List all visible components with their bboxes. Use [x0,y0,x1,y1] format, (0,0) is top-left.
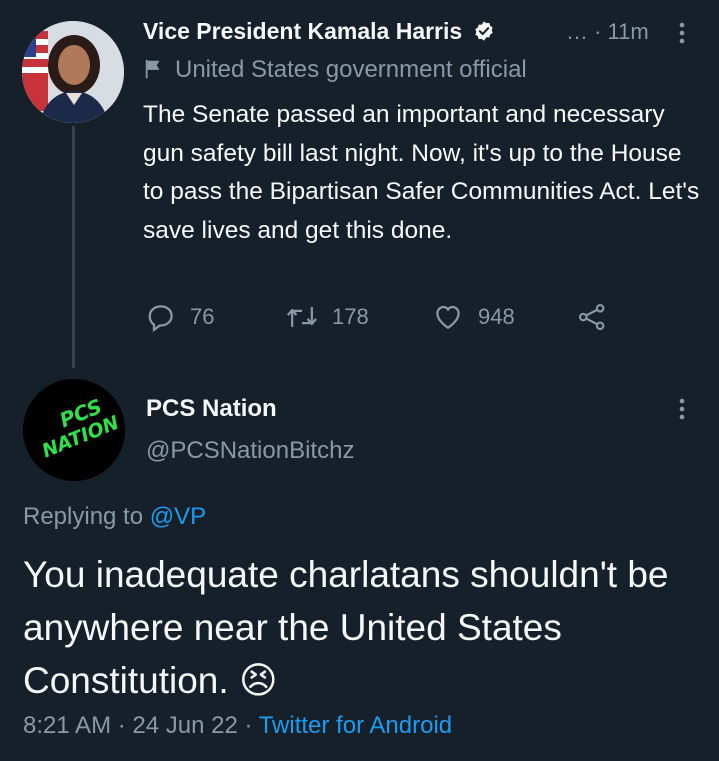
reply-author-handle[interactable]: @PCSNationBitchz [146,437,354,465]
parent-time[interactable]: … · 11m [566,19,649,45]
replying-to-link[interactable]: @VP [150,503,206,530]
reply-icon [148,305,173,332]
reply-tweet-text: You inadequate charlatans shouldn't be a… [23,554,669,701]
thread-connector [72,126,75,368]
pcs-avatar[interactable]: PCS NATION [23,379,125,481]
replying-to: Replying to @VP [23,503,206,531]
vp-avatar-image [22,21,124,123]
share-icon [578,303,605,331]
retweet-count: 178 [332,304,369,329]
pcs-avatar-logo: PCS NATION [23,379,125,481]
government-label: United States government official [143,56,527,84]
government-label-text: United States government official [175,56,527,83]
parent-author-name[interactable]: Vice President Kamala Harris [143,18,462,44]
reply-author-name[interactable]: PCS Nation [146,395,277,423]
replying-to-prefix: Replying to [23,503,144,530]
share-button[interactable] [576,302,608,332]
tweet-footer: 8:21 AM · 24 Jun 22 · Twitter for Androi… [23,712,452,740]
retweet-button[interactable]: 178 [286,302,369,332]
reply-count: 76 [190,304,215,329]
reply-button[interactable]: 76 [146,302,214,332]
more-icon[interactable] [672,19,692,47]
flag-icon [145,59,160,79]
tweet-timestamp[interactable]: 8:21 AM · 24 Jun 22 · [23,712,259,739]
more-icon[interactable] [672,395,692,423]
like-icon [436,305,460,329]
tweet-source-link[interactable]: Twitter for Android [259,712,452,739]
vp-avatar[interactable] [22,21,124,123]
retweet-icon [287,307,317,327]
parent-tweet-text: The Senate passed an important and neces… [143,101,700,244]
verified-badge-icon [475,21,493,41]
like-button[interactable]: 948 [432,302,515,332]
parent-author-row[interactable]: Vice President Kamala Harris [143,18,495,45]
like-count: 948 [478,304,515,329]
